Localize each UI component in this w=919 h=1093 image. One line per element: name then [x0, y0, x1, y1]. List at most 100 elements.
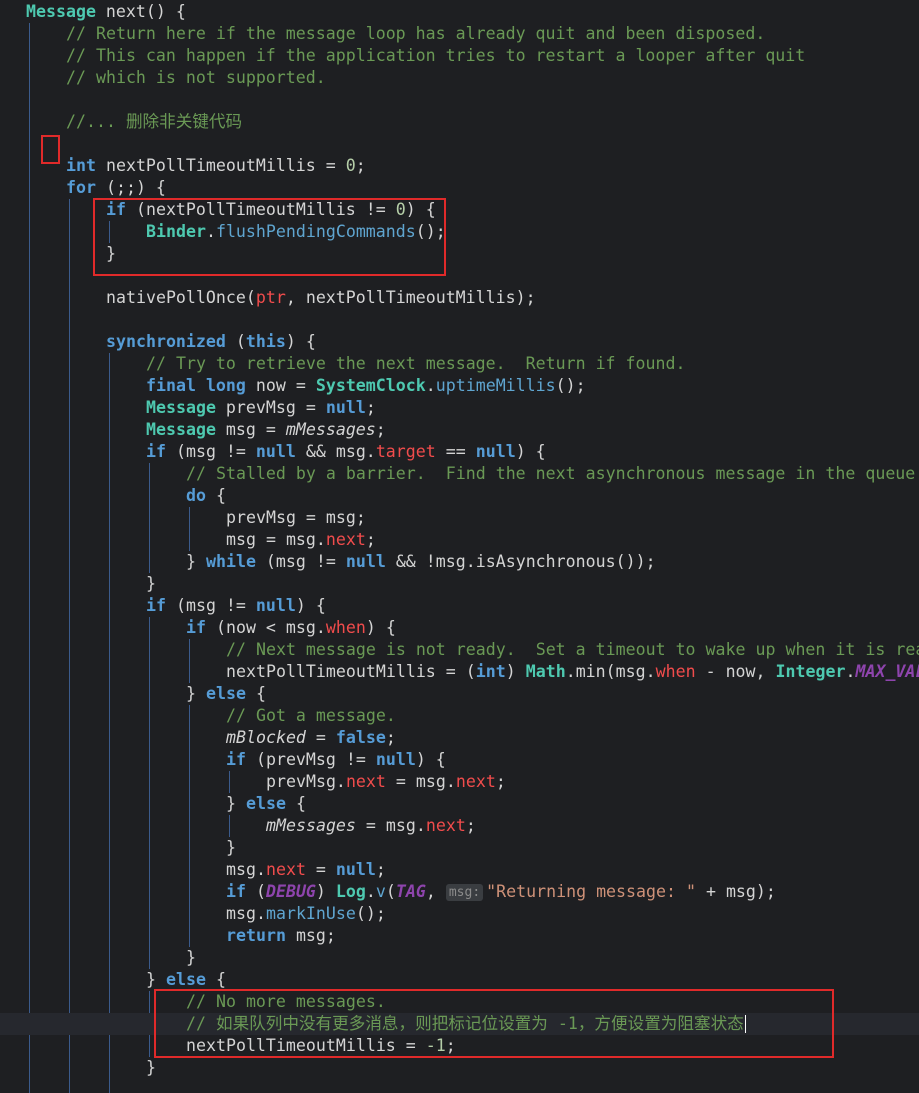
code-line[interactable]: }: [146, 1057, 156, 1079]
code-line[interactable]: mMessages = msg.next;: [266, 815, 476, 837]
keyword-token: else: [245, 794, 286, 813]
text-token: (nextPollTimeoutMillis !=: [125, 200, 396, 219]
code-line[interactable]: synchronized (this) {: [106, 331, 316, 353]
code-line[interactable]: }: [226, 837, 236, 859]
code-line[interactable]: nextPollTimeoutMillis = (int) Math.min(m…: [226, 661, 919, 683]
code-line[interactable]: //... 删除非关键代码: [66, 111, 242, 133]
text-token: ) {: [415, 750, 446, 769]
code-line[interactable]: prevMsg = msg;: [226, 507, 366, 529]
code-line[interactable]: if (prevMsg != null) {: [226, 749, 446, 771]
field-token: when: [655, 662, 696, 681]
code-editor[interactable]: Message next() {// Return here if the me…: [0, 0, 919, 1093]
number-token: -1: [425, 1036, 446, 1055]
text-token: (: [225, 332, 246, 351]
text-token: ;: [385, 728, 396, 747]
indent-guide: [109, 221, 110, 243]
keyword-token: null: [345, 552, 386, 571]
code-line[interactable]: nextPollTimeoutMillis = -1;: [186, 1035, 456, 1057]
code-line[interactable]: do {: [186, 485, 226, 507]
text-token: ) {: [285, 332, 316, 351]
code-line[interactable]: if (nextPollTimeoutMillis != 0) {: [106, 199, 436, 221]
code-line[interactable]: // Return here if the message loop has a…: [66, 23, 765, 45]
text-token: {: [285, 794, 306, 813]
code-line[interactable]: } while (msg != null && !msg.isAsynchron…: [186, 551, 656, 573]
code-line[interactable]: for (;;) {: [66, 177, 166, 199]
code-line[interactable]: }: [106, 243, 116, 265]
text-token: = msg.: [385, 772, 456, 791]
code-line[interactable]: if (msg != null) {: [146, 595, 326, 617]
indent-guide: [229, 815, 230, 837]
method-token: v: [375, 882, 386, 901]
text-caret: [745, 1015, 746, 1033]
indent-guide: [29, 23, 30, 1093]
keyword-token: null: [335, 860, 376, 879]
text-token: {: [205, 486, 226, 505]
comment-token: // Return here if the message loop has a…: [66, 24, 766, 43]
class-token: Log: [335, 882, 366, 901]
text-token: msg = msg.: [226, 530, 326, 549]
text-token: =: [305, 860, 336, 879]
text-token: ;: [365, 398, 376, 417]
code-line[interactable]: if (msg != null && msg.target == null) {: [146, 441, 546, 463]
string-token: "Returning message: ": [486, 882, 696, 901]
text-token: msg;: [285, 926, 336, 945]
text-token: (msg !=: [165, 596, 256, 615]
keyword-token: null: [375, 750, 416, 769]
code-line[interactable]: Binder.flushPendingCommands();: [146, 221, 446, 243]
text-token: ;: [355, 156, 366, 175]
text-token: }: [146, 1058, 156, 1077]
code-line[interactable]: // This can happen if the application tr…: [66, 45, 805, 67]
keyword-token: null: [255, 442, 296, 461]
code-line[interactable]: Message next() {: [26, 1, 186, 23]
text-token: ): [315, 882, 336, 901]
text-token: }: [186, 552, 206, 571]
code-line[interactable]: // Got a message.: [226, 705, 396, 727]
comment-token: // No more messages.: [186, 992, 386, 1011]
text-token: ;: [365, 530, 376, 549]
text-token: , nextPollTimeoutMillis);: [285, 288, 536, 307]
code-line[interactable]: if (DEBUG) Log.v(TAG, msg: "Returning mes…: [226, 881, 776, 903]
code-line[interactable]: // 如果队列中没有更多消息，则把标记位设置为 -1，方便设置为阻塞状态: [186, 1013, 744, 1035]
code-line[interactable]: } else {: [226, 793, 306, 815]
text-token: (: [245, 882, 266, 901]
code-line[interactable]: } else {: [146, 969, 226, 991]
code-line[interactable]: Message msg = mMessages;: [146, 419, 386, 441]
keyword-token: null: [255, 596, 296, 615]
code-line[interactable]: Message prevMsg = null;: [146, 397, 376, 419]
text-token: && msg.: [295, 442, 376, 461]
indent-guide: [69, 199, 70, 1093]
code-line[interactable]: nativePollOnce(ptr, nextPollTimeoutMilli…: [106, 287, 536, 309]
field-token: when: [325, 618, 366, 637]
comment-token: //... 删除非关键代码: [66, 112, 243, 131]
comment-token: // 如果队列中没有更多消息，则把标记位设置为 -1，方便设置为阻塞状态: [186, 1014, 744, 1033]
text-token: ;: [375, 860, 386, 879]
text-token: next() {: [95, 2, 186, 21]
keyword-token: for: [66, 178, 96, 197]
text-token: msg.: [226, 860, 266, 879]
code-line[interactable]: msg.next = null;: [226, 859, 386, 881]
method-token: markInUse: [265, 904, 356, 923]
code-line[interactable]: int nextPollTimeoutMillis = 0;: [66, 155, 366, 177]
code-line[interactable]: if (now < msg.when) {: [186, 617, 396, 639]
code-line[interactable]: msg = msg.next;: [226, 529, 376, 551]
code-line[interactable]: return msg;: [226, 925, 336, 947]
class-token: Integer: [775, 662, 846, 681]
keyword-token: if: [106, 200, 126, 219]
code-line[interactable]: prevMsg.next = msg.next;: [266, 771, 506, 793]
code-line[interactable]: // which is not supported.: [66, 67, 326, 89]
code-line[interactable]: // Stalled by a barrier. Find the next a…: [186, 463, 919, 485]
code-line[interactable]: // No more messages.: [186, 991, 386, 1013]
keyword-token: false: [335, 728, 386, 747]
code-line[interactable]: } else {: [186, 683, 266, 705]
code-line[interactable]: mBlocked = false;: [226, 727, 396, 749]
code-line[interactable]: final long now = SystemClock.uptimeMilli…: [146, 375, 586, 397]
code-line[interactable]: // Try to retrieve the next message. Ret…: [146, 353, 685, 375]
text-token: =: [305, 728, 336, 747]
code-line[interactable]: msg.markInUse();: [226, 903, 386, 925]
text-token: .: [365, 882, 376, 901]
text-token: ==: [435, 442, 476, 461]
code-line[interactable]: // Next message is not ready. Set a time…: [226, 639, 919, 661]
text-token: }: [106, 244, 116, 263]
code-line[interactable]: }: [146, 573, 156, 595]
code-line[interactable]: }: [186, 947, 196, 969]
